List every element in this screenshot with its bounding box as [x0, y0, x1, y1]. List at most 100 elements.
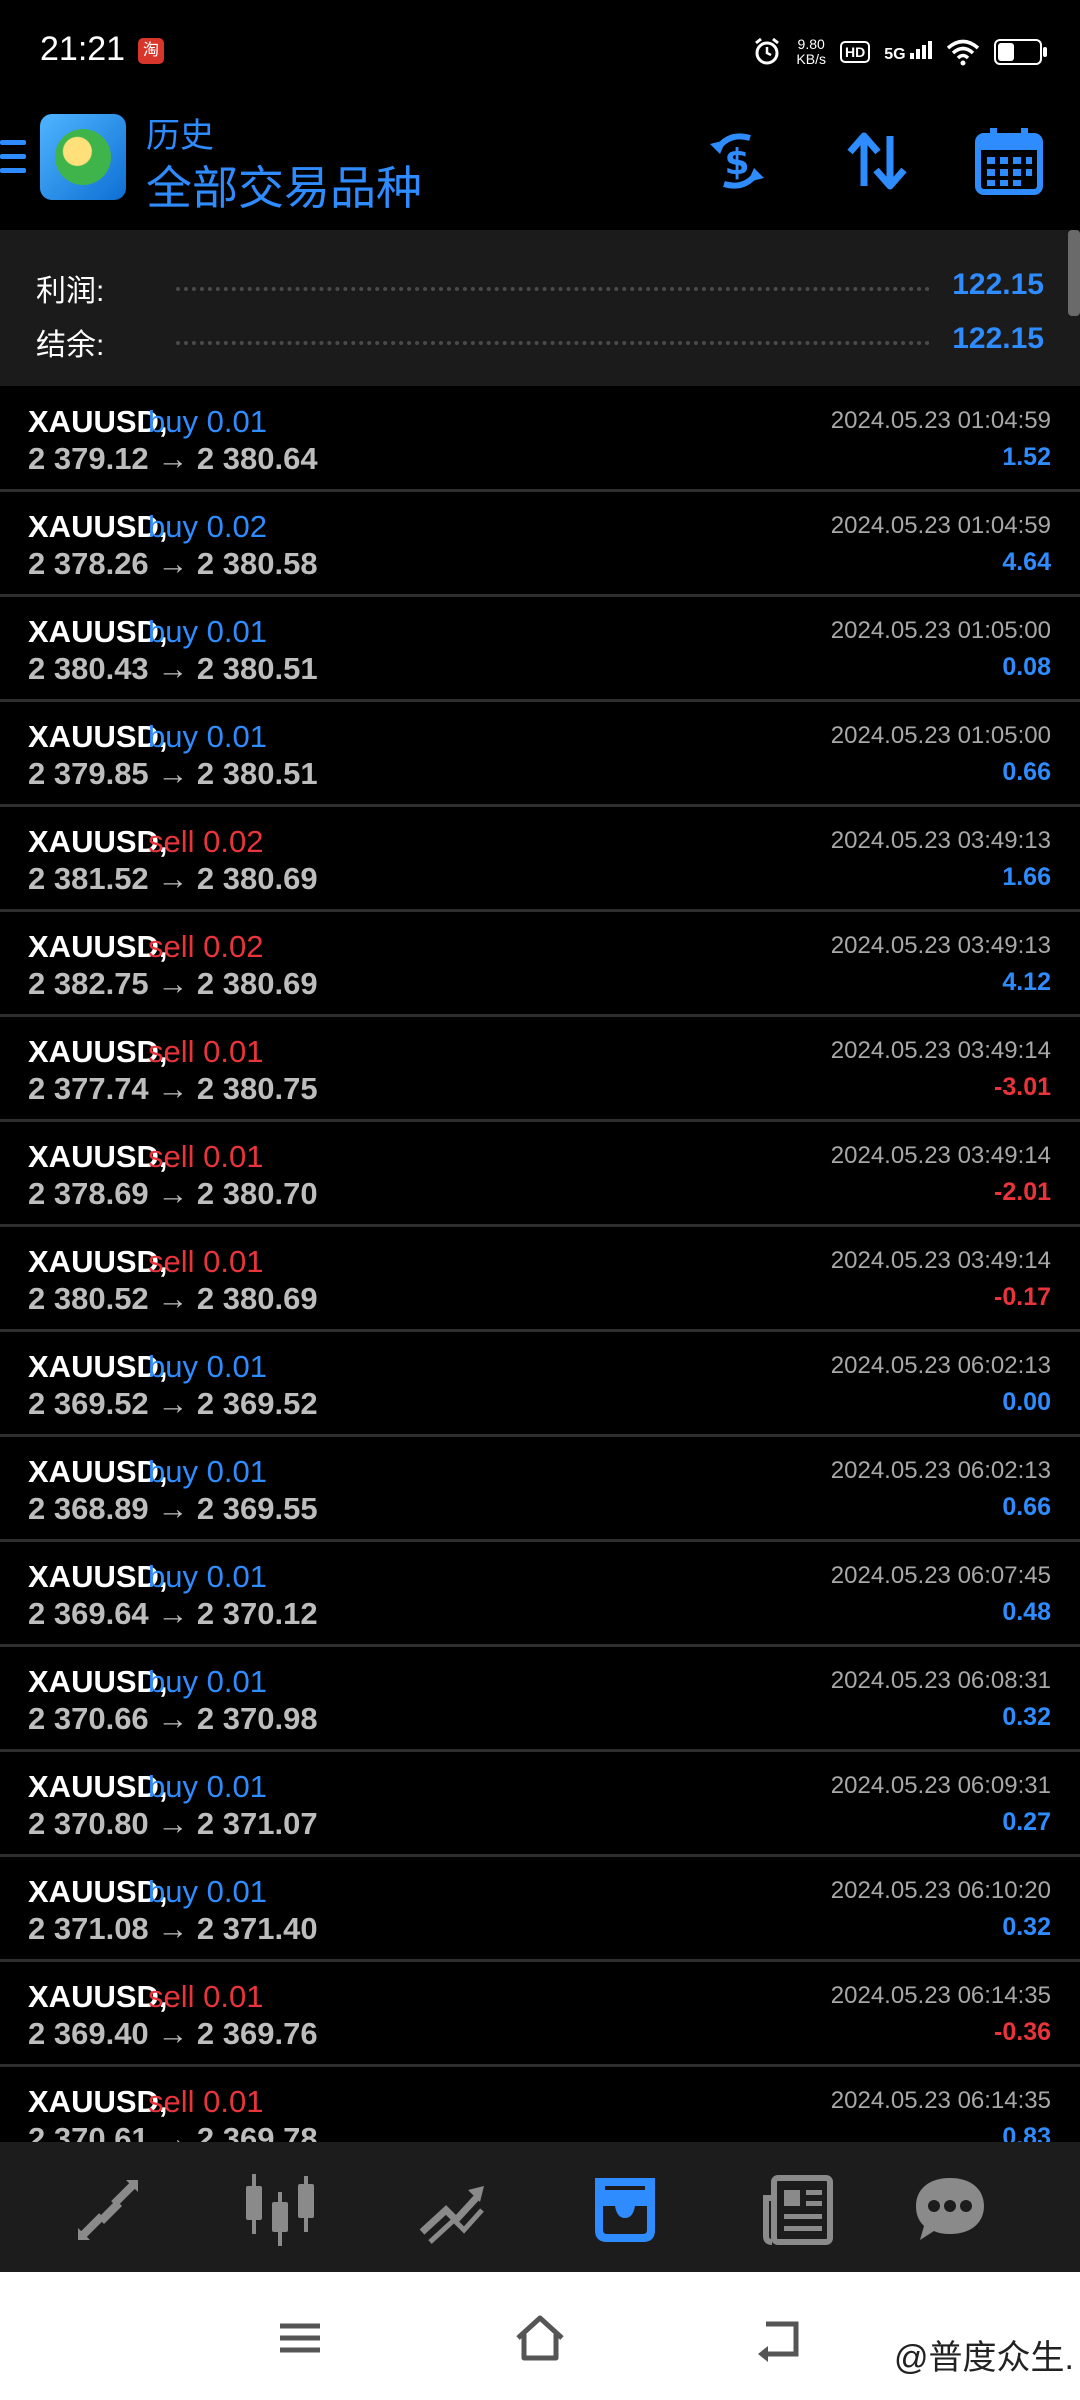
- trade-profit: 4.12: [1002, 968, 1051, 996]
- profit-label: 利润:: [36, 275, 105, 308]
- news-icon[interactable]: [760, 2170, 840, 2250]
- trade-time: 2024.05.23 01:04:59: [830, 512, 1051, 539]
- trade-time: 2024.05.23 01:05:00: [830, 722, 1051, 749]
- net-speed-value: 9.80: [797, 36, 825, 52]
- trade-symbol: XAUUSD,: [28, 1454, 168, 1489]
- status-time: 21:21: [40, 30, 126, 68]
- trade-row[interactable]: XAUUSD, buy 0.01 2 380.43 → 2 380.51 2024.0…: [0, 597, 1080, 702]
- trade-profit: 1.52: [1002, 443, 1051, 471]
- trade-profit: 1.66: [1002, 863, 1051, 891]
- trade-symbol: XAUUSD,: [28, 614, 168, 649]
- status-bar: 21:21 淘 9.80 KB/s HD 5G: [0, 0, 1080, 100]
- trade-prices: 2 368.89 → 2 369.55: [28, 1491, 318, 1526]
- status-indicators: 9.80 KB/s HD 5G: [752, 32, 1047, 72]
- sort-icon[interactable]: [840, 124, 914, 198]
- app-logo: [40, 114, 126, 200]
- taobao-notification-icon: 淘: [138, 38, 164, 64]
- watermark: @普度众生.: [894, 2339, 1074, 2377]
- trade-profit: -0.17: [994, 1283, 1051, 1311]
- trade-side: buy 0.01: [148, 404, 267, 439]
- trade-symbol: XAUUSD,: [28, 1034, 168, 1069]
- trade-symbol: XAUUSD,: [28, 1559, 168, 1594]
- trade-side: sell 0.02: [148, 929, 264, 964]
- scrollbar-thumb[interactable]: [1068, 230, 1080, 316]
- trade-row[interactable]: XAUUSD, buy 0.01 2 379.12 → 2 380.64 2024.0…: [0, 387, 1080, 492]
- history-icon[interactable]: [585, 2170, 665, 2250]
- trade-time: 2024.05.23 03:49:13: [830, 827, 1051, 854]
- signal-5g-label: 5G: [884, 45, 906, 63]
- trade-row[interactable]: XAUUSD, sell 0.01 2 369.40 → 2 369.76 2024.…: [0, 1962, 1080, 2067]
- trade-side: sell 0.01: [148, 2084, 264, 2119]
- trade-side: sell 0.01: [148, 1139, 264, 1174]
- trade-row[interactable]: XAUUSD, buy 0.01 2 368.89 → 2 369.55 2024.0…: [0, 1437, 1080, 1542]
- dotted-leader: [176, 287, 930, 291]
- trade-profit: -0.36: [994, 2018, 1051, 2046]
- trade-side: buy 0.01: [148, 1769, 267, 1804]
- trade-row[interactable]: XAUUSD, buy 0.02 2 378.26 → 2 380.58 2024.0…: [0, 492, 1080, 597]
- alarm-icon: [755, 37, 780, 65]
- trade-row[interactable]: XAUUSD, sell 0.02 2 381.52 → 2 380.69 2024.…: [0, 807, 1080, 912]
- history-summary: 利润: 122.15 结余: 122.15: [0, 230, 1080, 386]
- menu-nav-icon[interactable]: [272, 2310, 328, 2366]
- trade-symbol: XAUUSD,: [28, 929, 168, 964]
- profit-value: 122.15: [952, 268, 1044, 301]
- page-subtitle[interactable]: 历史: [146, 108, 214, 157]
- trade-side: sell 0.01: [148, 1244, 264, 1279]
- trade-side: buy 0.01: [148, 719, 267, 754]
- trade-time: 2024.05.23 03:49:14: [830, 1142, 1051, 1169]
- trade-row[interactable]: XAUUSD, buy 0.01 2 371.08 → 2 371.40 2024.0…: [0, 1857, 1080, 1962]
- trade-side: buy 0.01: [148, 1454, 267, 1489]
- trade-profit: 0.08: [1002, 653, 1051, 681]
- net-speed: 9.80 KB/s: [796, 37, 826, 67]
- signal-5g-icon: 5G: [884, 40, 932, 64]
- trade-symbol: XAUUSD,: [28, 1979, 168, 2014]
- trade-prices: 2 369.52 → 2 369.52: [28, 1386, 318, 1421]
- trade-symbol: XAUUSD,: [28, 1769, 168, 1804]
- trade-row[interactable]: XAUUSD, buy 0.01 2 379.85 → 2 380.51 2024.0…: [0, 702, 1080, 807]
- trade-profit: 0.66: [1002, 758, 1051, 786]
- symbol-filter-title[interactable]: 全部交易品种: [146, 152, 422, 218]
- trade-prices: 2 382.75 → 2 380.69: [28, 966, 318, 1001]
- trade-time: 2024.05.23 01:04:59: [830, 407, 1051, 434]
- trade-symbol: XAUUSD,: [28, 2084, 168, 2119]
- net-speed-unit: KB/s: [796, 51, 826, 67]
- trade-prices: 2 378.69 → 2 380.70: [28, 1176, 318, 1211]
- home-nav-icon[interactable]: [512, 2310, 568, 2366]
- back-nav-icon[interactable]: [752, 2310, 808, 2366]
- trade-prices: 2 377.74 → 2 380.75: [28, 1071, 318, 1106]
- trade-row[interactable]: XAUUSD, buy 0.01 2 369.52 → 2 369.52 2024.0…: [0, 1332, 1080, 1437]
- trade-symbol: XAUUSD,: [28, 1349, 168, 1384]
- trade-side: sell 0.01: [148, 1979, 264, 2014]
- trade-time: 2024.05.23 01:05:00: [830, 617, 1051, 644]
- messages-icon[interactable]: [910, 2170, 990, 2250]
- trade-row[interactable]: XAUUSD, buy 0.01 2 369.64 → 2 370.12 2024.0…: [0, 1542, 1080, 1647]
- trade-side: buy 0.01: [148, 1664, 267, 1699]
- trade-prices: 2 369.40 → 2 369.76: [28, 2016, 318, 2051]
- profit-row: 利润: 122.15: [0, 260, 1080, 310]
- menu-icon[interactable]: [0, 140, 26, 186]
- calendar-icon[interactable]: [972, 124, 1046, 198]
- trade-icon[interactable]: [412, 2170, 492, 2250]
- trade-profit: 0.27: [1002, 1808, 1051, 1836]
- bottom-tab-bar: [0, 2142, 1080, 2272]
- currency-exchange-icon[interactable]: $: [700, 124, 774, 198]
- trade-row[interactable]: XAUUSD, buy 0.01 2 370.66 → 2 370.98 2024.0…: [0, 1647, 1080, 1752]
- trade-symbol: XAUUSD,: [28, 1244, 168, 1279]
- quotes-icon[interactable]: [68, 2170, 148, 2250]
- trade-symbol: XAUUSD,: [28, 824, 168, 859]
- trade-side: buy 0.02: [148, 509, 267, 544]
- trade-side: sell 0.01: [148, 1034, 264, 1069]
- trade-row[interactable]: XAUUSD, sell 0.01 2 377.74 → 2 380.75 2024.…: [0, 1017, 1080, 1122]
- trade-prices: 2 380.43 → 2 380.51: [28, 651, 318, 686]
- trade-side: sell 0.02: [148, 824, 264, 859]
- trade-row[interactable]: XAUUSD, sell 0.01 2 378.69 → 2 380.70 2024.…: [0, 1122, 1080, 1227]
- trade-row[interactable]: XAUUSD, buy 0.01 2 370.80 → 2 371.07 2024.0…: [0, 1752, 1080, 1857]
- trade-row[interactable]: XAUUSD, sell 0.02 2 382.75 → 2 380.69 2024.…: [0, 912, 1080, 1017]
- balance-row: 结余: 122.15: [0, 314, 1080, 364]
- trade-row[interactable]: XAUUSD, sell 0.01 2 380.52 → 2 380.69 2024.…: [0, 1227, 1080, 1332]
- trade-profit: 0.48: [1002, 1598, 1051, 1626]
- trade-symbol: XAUUSD,: [28, 1139, 168, 1174]
- trade-time: 2024.05.23 06:09:31: [830, 1772, 1051, 1799]
- chart-icon[interactable]: [240, 2170, 320, 2250]
- trade-history-list: XAUUSD, buy 0.01 2 379.12 → 2 380.64 2024.0…: [0, 387, 1080, 2172]
